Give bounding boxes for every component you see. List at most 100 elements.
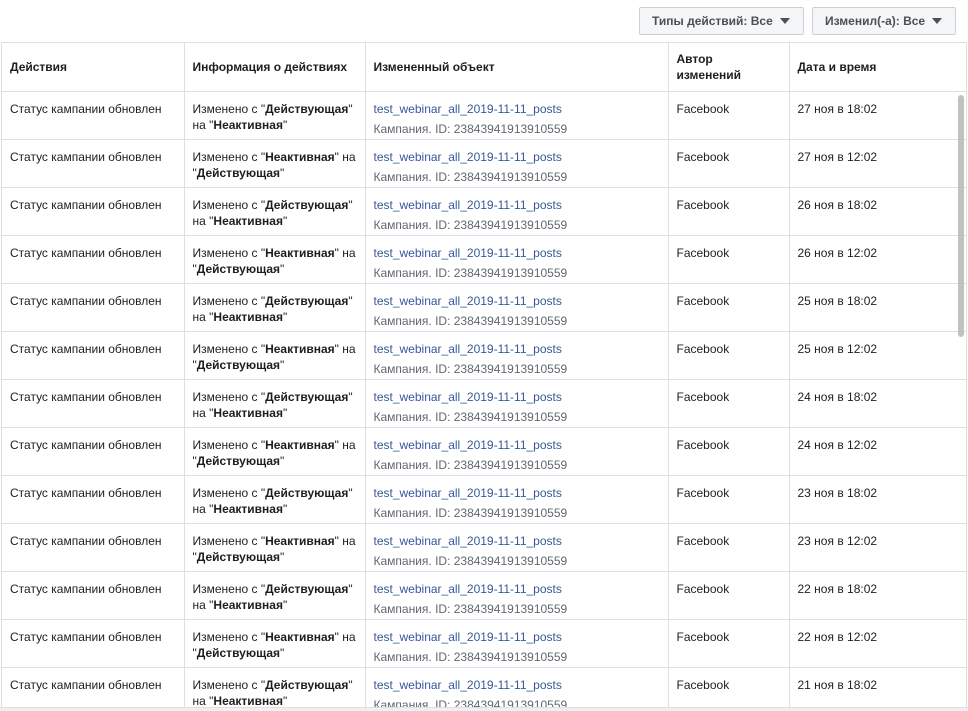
status-from: Действующая <box>265 197 349 212</box>
table-header-row: Действия Информация о действиях Измененн… <box>2 43 966 92</box>
changed-from-text: Изменено с " <box>192 677 266 692</box>
changed-object-cell: test_webinar_all_2019-11-11_posts Кампани… <box>365 475 669 524</box>
column-header-actions: Действия <box>2 43 185 92</box>
changed-from-text: Изменено с " <box>192 341 266 356</box>
campaign-link[interactable]: test_webinar_all_2019-11-11_posts <box>374 245 660 261</box>
datetime-cell: 22 ноя в 12:02 <box>789 619 966 668</box>
changed-object-cell: test_webinar_all_2019-11-11_posts Кампани… <box>365 235 669 284</box>
author-cell: Facebook <box>668 283 790 332</box>
table-scrollbar[interactable] <box>956 92 966 707</box>
action-cell: Статус кампании обновлен <box>2 571 185 620</box>
table-row: Статус кампании обновлен Изменено с "Дейс… <box>2 667 966 708</box>
campaign-id: Кампания. ID: 23843941913910559 <box>373 649 568 664</box>
quote-close: " <box>280 165 285 180</box>
toolbar: Типы действий: Все Изменил(-а): Все <box>0 0 968 42</box>
action-info-cell: Изменено с "Действующая" на "Неактивная" <box>184 379 366 428</box>
status-from: Неактивная <box>265 149 335 164</box>
campaign-link[interactable]: test_webinar_all_2019-11-11_posts <box>374 101 660 117</box>
changed-from-text: Изменено с " <box>192 629 266 644</box>
table-row: Статус кампании обновлен Изменено с "Дейс… <box>2 283 966 332</box>
campaign-id: Кампания. ID: 23843941913910559 <box>373 553 568 568</box>
connector-text: " на <box>334 149 356 164</box>
datetime-cell: 25 ноя в 18:02 <box>789 283 966 332</box>
table-row: Статус кампании обновлен Изменено с "Неак… <box>2 523 966 572</box>
activity-history-table: Действия Информация о действиях Измененн… <box>1 42 967 707</box>
status-to: Неактивная <box>213 405 283 420</box>
action-cell: Статус кампании обновлен <box>2 283 185 332</box>
campaign-link[interactable]: test_webinar_all_2019-11-11_posts <box>374 293 660 309</box>
horizontal-scrollbar[interactable] <box>0 707 968 711</box>
table-row: Статус кампании обновлен Изменено с "Дейс… <box>2 187 966 236</box>
action-types-filter-button[interactable]: Типы действий: Все <box>639 7 804 35</box>
connector-text: " на <box>334 533 356 548</box>
column-header-changed-object: Измененный объект <box>365 43 669 92</box>
quote-close: " <box>280 645 285 660</box>
changed-object-cell: test_webinar_all_2019-11-11_posts Кампани… <box>365 571 669 620</box>
action-info-cell: Изменено с "Действующая" на "Неактивная" <box>184 571 366 620</box>
campaign-id: Кампания. ID: 23843941913910559 <box>373 457 568 472</box>
campaign-link[interactable]: test_webinar_all_2019-11-11_posts <box>374 197 660 213</box>
quote-close: " <box>280 549 285 564</box>
status-from: Действующая <box>265 293 349 308</box>
campaign-link[interactable]: test_webinar_all_2019-11-11_posts <box>374 629 660 645</box>
status-from: Действующая <box>265 581 349 596</box>
datetime-cell: 24 ноя в 12:02 <box>789 427 966 476</box>
author-cell: Facebook <box>668 331 790 380</box>
action-info-cell: Изменено с "Действующая" на "Неактивная" <box>184 667 366 708</box>
campaign-link[interactable]: test_webinar_all_2019-11-11_posts <box>374 581 660 597</box>
quote-close: " <box>280 357 285 372</box>
action-info-cell: Изменено с "Неактивная" на "Действующая" <box>184 523 366 572</box>
author-cell: Facebook <box>668 139 790 188</box>
datetime-cell: 27 ноя в 12:02 <box>789 139 966 188</box>
status-to: Неактивная <box>213 693 283 708</box>
changed-object-cell: test_webinar_all_2019-11-11_posts Кампани… <box>365 667 669 708</box>
datetime-cell: 27 ноя в 18:02 <box>789 91 966 140</box>
campaign-id: Кампания. ID: 23843941913910559 <box>373 361 568 376</box>
table-row: Статус кампании обновлен Изменено с "Неак… <box>2 427 966 476</box>
author-cell: Facebook <box>668 571 790 620</box>
author-cell: Facebook <box>668 475 790 524</box>
campaign-link[interactable]: test_webinar_all_2019-11-11_posts <box>374 677 660 693</box>
changed-from-text: Изменено с " <box>192 101 266 116</box>
connector-text: " на <box>334 437 356 452</box>
status-from: Действующая <box>265 485 349 500</box>
table-row: Статус кампании обновлен Изменено с "Неак… <box>2 235 966 284</box>
changed-from-text: Изменено с " <box>192 197 266 212</box>
action-types-filter-label: Типы действий: Все <box>652 14 773 28</box>
quote-close: " <box>282 597 288 612</box>
campaign-link[interactable]: test_webinar_all_2019-11-11_posts <box>374 149 660 165</box>
changed-from-text: Изменено с " <box>192 437 266 452</box>
datetime-cell: 26 ноя в 12:02 <box>789 235 966 284</box>
campaign-link[interactable]: test_webinar_all_2019-11-11_posts <box>374 341 660 357</box>
scrollbar-thumb[interactable] <box>958 95 964 337</box>
action-cell: Статус кампании обновлен <box>2 235 185 284</box>
action-cell: Статус кампании обновлен <box>2 139 185 188</box>
quote-close: " <box>280 453 285 468</box>
datetime-cell: 22 ноя в 18:02 <box>789 571 966 620</box>
campaign-link[interactable]: test_webinar_all_2019-11-11_posts <box>374 437 660 453</box>
action-info-cell: Изменено с "Неактивная" на "Действующая" <box>184 139 366 188</box>
changed-object-cell: test_webinar_all_2019-11-11_posts Кампани… <box>365 523 669 572</box>
datetime-cell: 23 ноя в 12:02 <box>789 523 966 572</box>
author-cell: Facebook <box>668 91 790 140</box>
changed-object-cell: test_webinar_all_2019-11-11_posts Кампани… <box>365 283 669 332</box>
campaign-id: Кампания. ID: 23843941913910559 <box>373 601 568 616</box>
action-info-cell: Изменено с "Неактивная" на "Действующая" <box>184 619 366 668</box>
caret-down-icon <box>779 18 790 24</box>
datetime-cell: 25 ноя в 12:02 <box>789 331 966 380</box>
campaign-link[interactable]: test_webinar_all_2019-11-11_posts <box>374 389 660 405</box>
changed-from-text: Изменено с " <box>192 485 266 500</box>
status-to: Неактивная <box>213 501 283 516</box>
campaign-link[interactable]: test_webinar_all_2019-11-11_posts <box>374 533 660 549</box>
status-from: Неактивная <box>265 629 335 644</box>
action-cell: Статус кампании обновлен <box>2 619 185 668</box>
campaign-link[interactable]: test_webinar_all_2019-11-11_posts <box>374 485 660 501</box>
author-cell: Facebook <box>668 667 790 707</box>
action-cell: Статус кампании обновлен <box>2 475 185 524</box>
status-from: Неактивная <box>265 533 335 548</box>
quote-close: " <box>282 501 288 516</box>
campaign-id: Кампания. ID: 23843941913910559 <box>373 697 568 708</box>
column-header-author: Автор изменений <box>668 43 790 92</box>
changed-by-filter-button[interactable]: Изменил(-а): Все <box>812 7 956 35</box>
table-row: Статус кампании обновлен Изменено с "Неак… <box>2 619 966 668</box>
